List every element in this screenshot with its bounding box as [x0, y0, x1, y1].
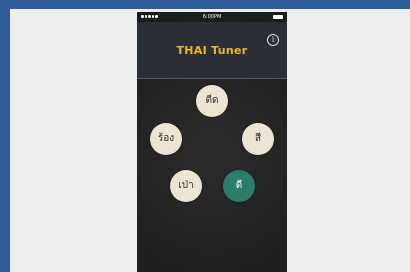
battery-icon — [273, 15, 283, 19]
status-time: 6:00PM — [202, 14, 222, 20]
app-header: THAI Tuner i — [137, 22, 287, 79]
app-title: THAI Tuner — [176, 44, 248, 57]
tone-button-bottom-right[interactable]: ดี — [223, 170, 255, 202]
info-icon[interactable]: i — [267, 34, 279, 46]
tone-button-right[interactable]: สี — [242, 123, 274, 155]
status-bar: 6:00PM — [137, 12, 287, 22]
top-band — [0, 0, 410, 9]
tone-button-top[interactable]: ตีด — [196, 85, 228, 117]
phone-screen: 6:00PM THAI Tuner i ตีด ร้อง สี เป่า ดี — [137, 12, 287, 272]
tone-button-left[interactable]: ร้อง — [150, 123, 182, 155]
tone-button-bottom-left[interactable]: เป่า — [170, 170, 202, 202]
